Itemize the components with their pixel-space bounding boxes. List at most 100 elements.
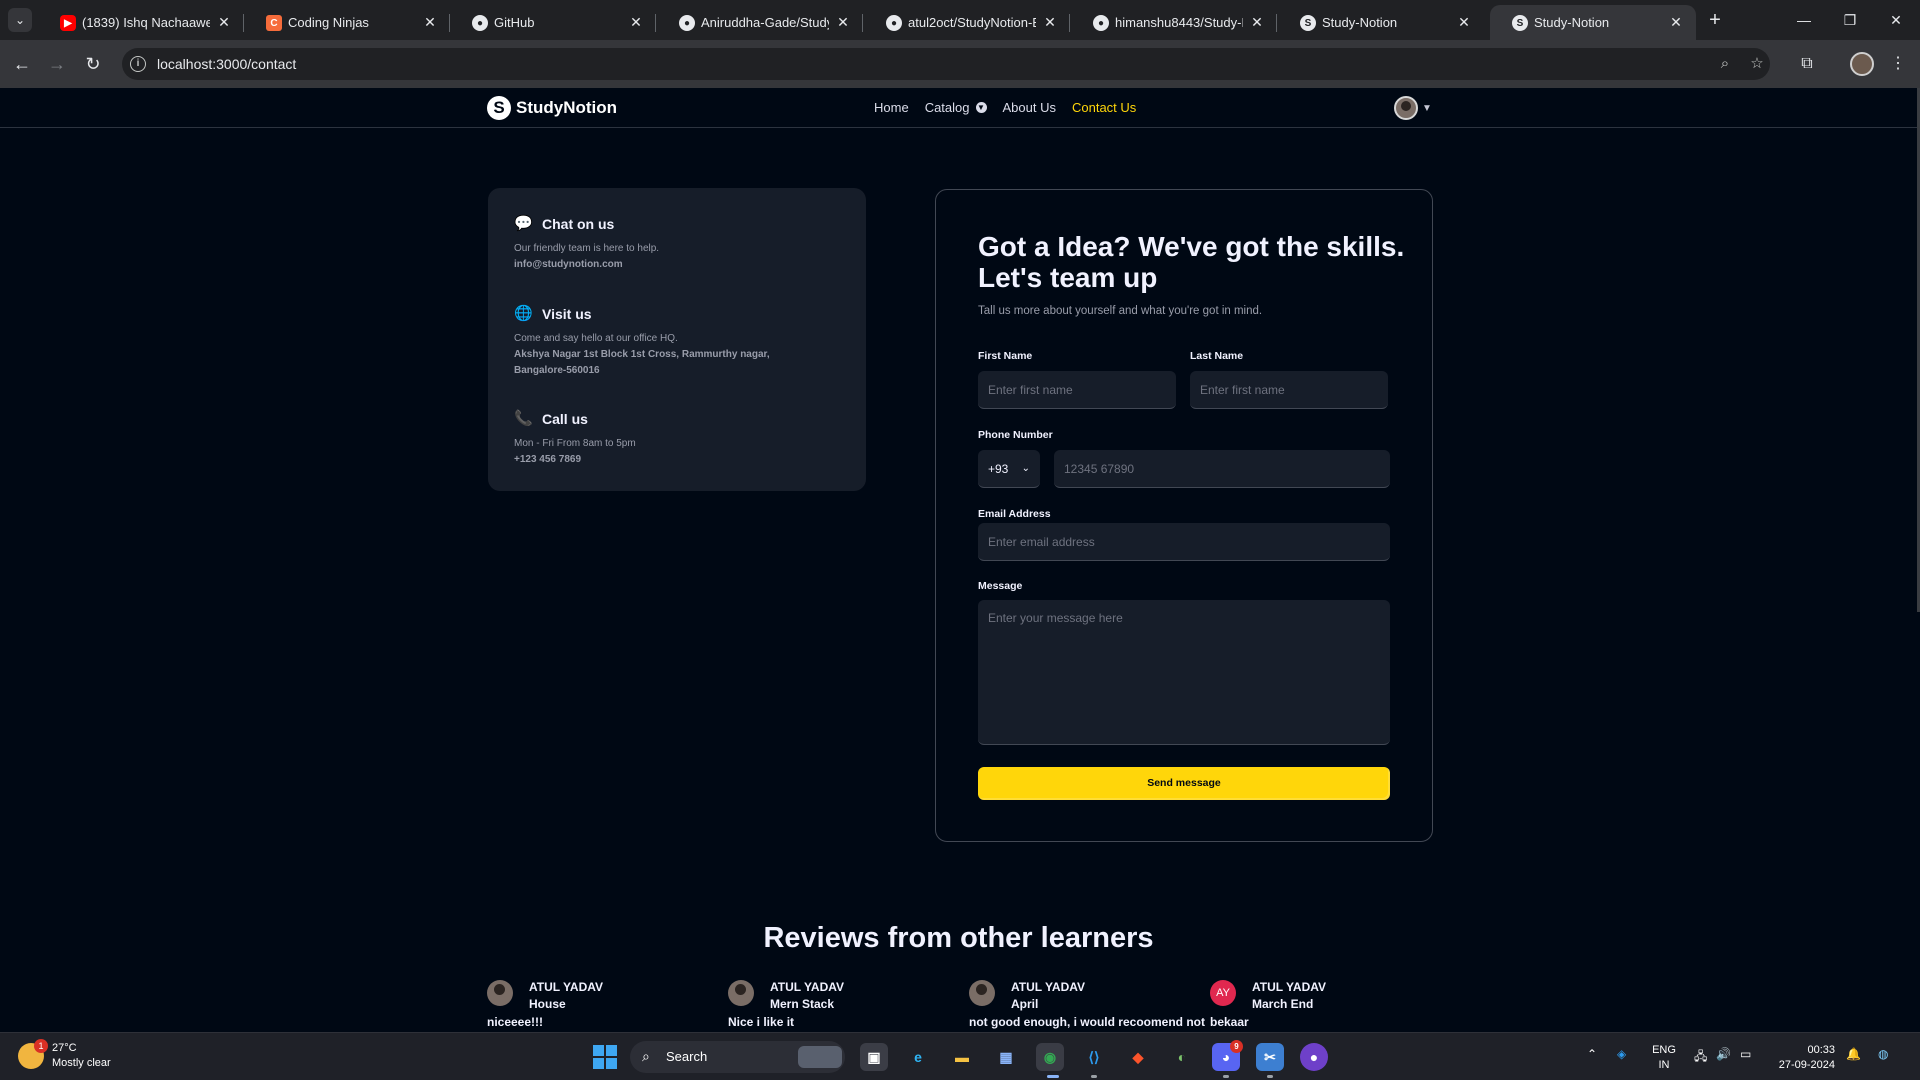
volume-icon[interactable]: 🔊 bbox=[1716, 1047, 1731, 1061]
chat-bubbles-icon: 💬 bbox=[514, 215, 533, 232]
microsoft-store-icon[interactable]: ▦ bbox=[992, 1043, 1020, 1071]
country-code-select[interactable]: +93 ⌄ bbox=[978, 450, 1040, 488]
notification-bell-icon[interactable]: 🔔 bbox=[1846, 1047, 1861, 1061]
minimize-icon[interactable]: — bbox=[1792, 8, 1816, 32]
close-icon[interactable]: ✕ bbox=[1042, 14, 1058, 30]
new-tab-plus-icon[interactable]: + bbox=[1703, 8, 1727, 32]
brave-icon[interactable]: ◆ bbox=[1124, 1043, 1152, 1071]
youtube-icon: ▶ bbox=[60, 15, 76, 31]
zoom-icon[interactable]: ⌕ bbox=[1714, 53, 1736, 75]
studynotion-icon: S bbox=[1512, 15, 1528, 31]
form-heading: Got a Idea? We've got the skills. Let's … bbox=[978, 231, 1405, 293]
phone-input[interactable] bbox=[1054, 450, 1390, 488]
send-message-button[interactable]: Send message bbox=[978, 767, 1390, 800]
github-desktop-icon[interactable]: ● bbox=[1300, 1043, 1328, 1071]
reviewer-name: ATUL YADAV bbox=[529, 980, 604, 994]
bookmark-star-icon[interactable]: ☆ bbox=[1746, 53, 1768, 75]
taskbar-search[interactable]: ⌕ Search bbox=[630, 1041, 845, 1073]
globe-icon: 🌐 bbox=[514, 305, 533, 322]
network-icon[interactable]: 🖧 bbox=[1694, 1047, 1707, 1068]
email-input[interactable] bbox=[978, 523, 1390, 561]
browser-tab-active[interactable]: S Study-Notion ✕ bbox=[1490, 5, 1696, 40]
tab-title: (1839) Ishq Nachaawe - K bbox=[82, 15, 210, 30]
running-app-indicator bbox=[1267, 1075, 1273, 1078]
region-code: IN bbox=[1658, 1059, 1670, 1071]
message-textarea[interactable] bbox=[978, 600, 1390, 745]
nav-catalog[interactable]: Catalog ▼ bbox=[925, 100, 987, 115]
edge-icon[interactable]: e bbox=[904, 1043, 932, 1071]
url-text[interactable]: localhost:3000/contact bbox=[157, 56, 296, 72]
forward-arrow-icon[interactable]: → bbox=[45, 52, 69, 76]
discord-icon[interactable]: ◕ 9 bbox=[1212, 1040, 1243, 1071]
avatar bbox=[728, 980, 754, 1006]
nav-about[interactable]: About Us bbox=[1003, 100, 1056, 115]
last-name-input[interactable] bbox=[1190, 371, 1388, 409]
browser-tab[interactable]: ● himanshu8443/Study-No ✕ bbox=[1071, 5, 1277, 40]
back-arrow-icon[interactable]: ← bbox=[10, 52, 34, 76]
browser-tab-strip: ⌄ ▶ (1839) Ishq Nachaawe - K ✕ C Coding … bbox=[0, 0, 1920, 40]
extensions-puzzle-icon[interactable]: ⧉ bbox=[1795, 52, 1819, 76]
chevron-up-icon[interactable]: ⌃ bbox=[1587, 1047, 1597, 1061]
tab-separator bbox=[862, 14, 863, 32]
windows-start-icon[interactable] bbox=[593, 1045, 617, 1069]
weather-widget[interactable]: 1 27°C Mostly clear bbox=[18, 1039, 111, 1071]
browser-profile-avatar[interactable] bbox=[1850, 52, 1874, 76]
site-logo[interactable]: S StudyNotion bbox=[487, 96, 617, 120]
app-icon[interactable]: ◐ bbox=[1168, 1043, 1196, 1071]
site-info-icon[interactable]: i bbox=[130, 56, 146, 72]
close-icon[interactable]: ✕ bbox=[216, 14, 232, 30]
browser-tab[interactable]: ▶ (1839) Ishq Nachaawe - K ✕ bbox=[38, 5, 244, 40]
search-label: Search bbox=[666, 1049, 708, 1064]
avatar-initials: AY bbox=[1210, 980, 1236, 1006]
message-label: Message bbox=[978, 580, 1023, 592]
close-icon[interactable]: ✕ bbox=[1668, 14, 1684, 30]
browser-tab[interactable]: ● atul2oct/StudyNotion-Ed ✕ bbox=[864, 5, 1070, 40]
language-code: ENG bbox=[1652, 1044, 1676, 1056]
browser-tab[interactable]: ● Aniruddha-Gade/Study-N ✕ bbox=[657, 5, 863, 40]
chrome-icon[interactable]: ◉ bbox=[1036, 1043, 1064, 1071]
profile-dropdown[interactable]: ▼ bbox=[1394, 96, 1432, 120]
nav-contact[interactable]: Contact Us bbox=[1072, 100, 1136, 115]
review-text: Nice i like it bbox=[728, 1015, 795, 1029]
snipping-tool-icon[interactable]: ✂ bbox=[1256, 1043, 1284, 1071]
browser-tab[interactable]: ● GitHub ✕ bbox=[450, 5, 656, 40]
browser-tab[interactable]: C Coding Ninjas ✕ bbox=[244, 5, 450, 40]
window-close-icon[interactable]: ✕ bbox=[1884, 8, 1908, 32]
reload-icon[interactable]: ↻ bbox=[81, 52, 105, 76]
browser-tab[interactable]: S Study-Notion ✕ bbox=[1278, 5, 1484, 40]
review-course: House bbox=[529, 997, 566, 1011]
more-vertical-icon[interactable]: ⋮ bbox=[1886, 52, 1910, 76]
browser-toolbar: ← → ↻ i localhost:3000/contact ⌕ ☆ ⧉ ⋮ bbox=[0, 40, 1920, 88]
contact-info-card: 💬 Chat on us Our friendly team is here t… bbox=[488, 188, 866, 491]
address-bar[interactable]: i localhost:3000/contact ⌕ ☆ bbox=[122, 48, 1770, 80]
contact-form-card: Got a Idea? We've got the skills. Let's … bbox=[935, 189, 1433, 842]
tab-search-chevron-down-icon[interactable]: ⌄ bbox=[8, 8, 32, 32]
battery-icon[interactable]: ▭ bbox=[1740, 1047, 1751, 1061]
file-explorer-icon[interactable]: ▬ bbox=[948, 1043, 976, 1071]
first-name-input[interactable] bbox=[978, 371, 1176, 409]
nav-catalog-label: Catalog bbox=[924, 100, 970, 115]
vscode-icon[interactable]: ⟨⟩ bbox=[1080, 1043, 1108, 1071]
close-icon[interactable]: ✕ bbox=[422, 14, 438, 30]
running-app-indicator bbox=[1091, 1075, 1097, 1078]
studynotion-icon: S bbox=[1300, 15, 1316, 31]
github-icon: ● bbox=[472, 15, 488, 31]
close-icon[interactable]: ✕ bbox=[1456, 14, 1472, 30]
avatar bbox=[1394, 96, 1418, 120]
restore-icon[interactable]: ❐ bbox=[1838, 8, 1862, 32]
clock[interactable]: 00:33 27-09-2024 bbox=[1775, 1043, 1835, 1073]
task-view-icon[interactable]: ▣ bbox=[860, 1043, 888, 1071]
logo-text: StudyNotion bbox=[516, 98, 618, 117]
call-number: +123 456 7869 bbox=[514, 454, 582, 465]
close-icon[interactable]: ✕ bbox=[835, 14, 851, 30]
close-icon[interactable]: ✕ bbox=[1249, 14, 1265, 30]
page-viewport: S StudyNotion Home Catalog ▼ About Us Co… bbox=[0, 88, 1920, 1032]
tab-title: atul2oct/StudyNotion-Ed bbox=[908, 15, 1036, 30]
language-indicator[interactable]: ENG IN bbox=[1650, 1043, 1678, 1073]
tray-app-icon[interactable]: ◈ bbox=[1617, 1047, 1626, 1061]
nav-home[interactable]: Home bbox=[874, 100, 909, 115]
active-app-indicator bbox=[1047, 1075, 1059, 1078]
studynotion-logo-icon: S bbox=[487, 96, 511, 120]
copilot-icon[interactable]: ◍ bbox=[1878, 1047, 1888, 1061]
close-icon[interactable]: ✕ bbox=[628, 14, 644, 30]
